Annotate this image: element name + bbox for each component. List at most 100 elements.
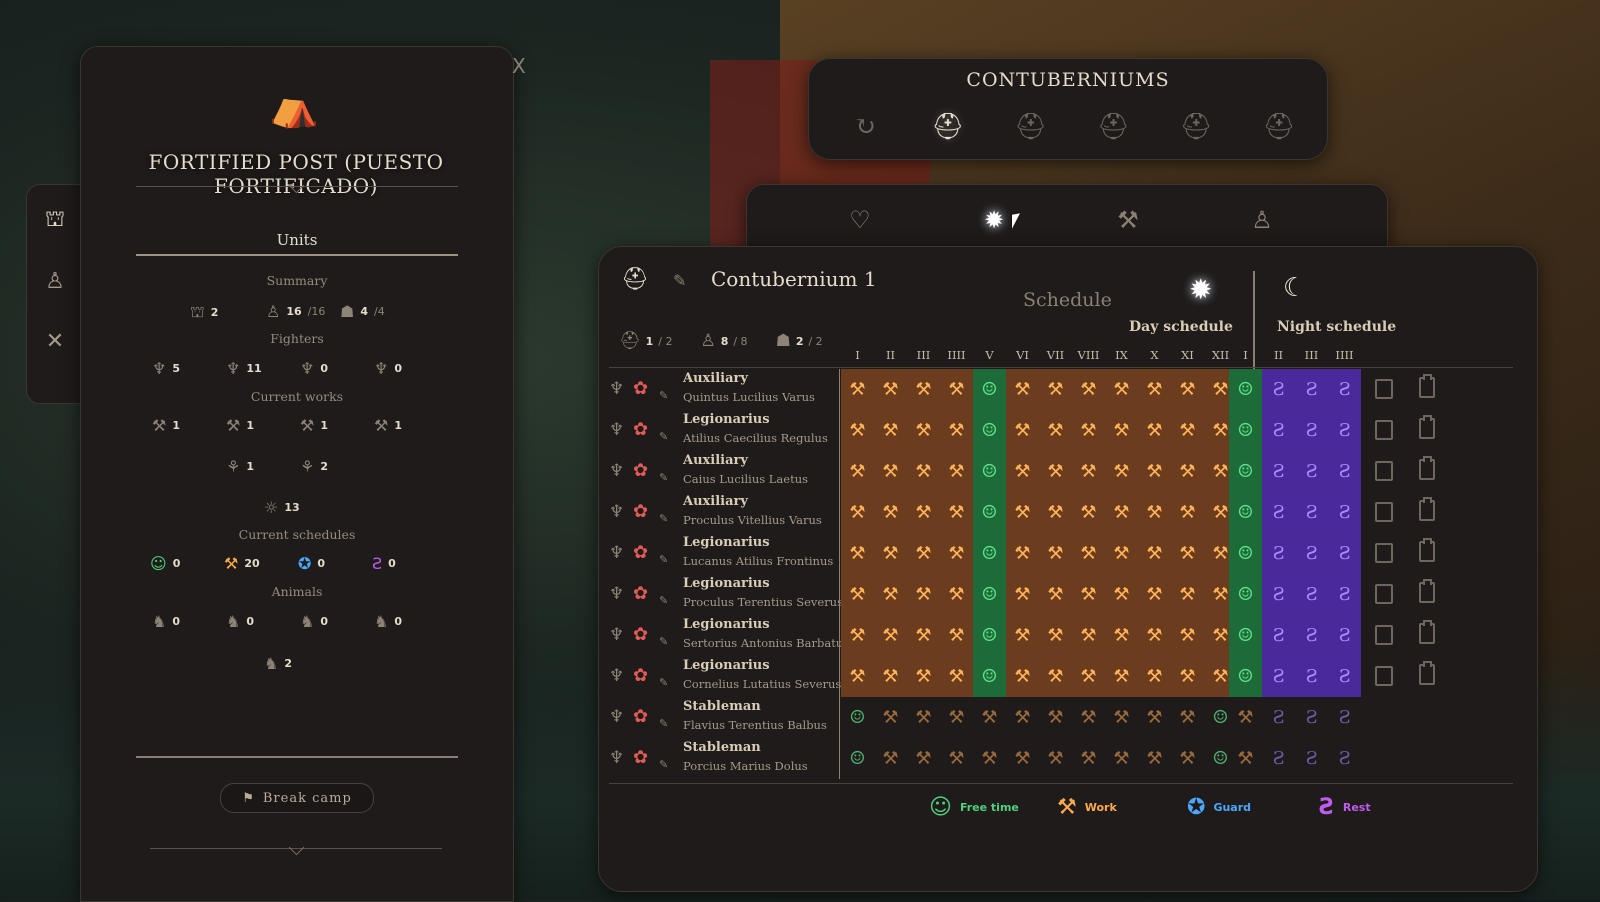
paste-schedule-icon[interactable] [1419, 538, 1435, 562]
contubernium-2-icon[interactable]: ⛑ [1013, 109, 1049, 145]
night-slot-rest-icon[interactable]: Ƨ [1328, 410, 1361, 451]
day-slot-work-icon[interactable]: ⚒ [1039, 574, 1072, 615]
day-slot-work-icon[interactable]: ⚒ [874, 697, 907, 738]
night-slot-rest-icon[interactable]: Ƨ [1328, 369, 1361, 410]
day-slot-work-icon[interactable]: ⚒ [1105, 451, 1138, 492]
day-slot-work-icon[interactable]: ⚒ [874, 574, 907, 615]
night-slot-work-icon[interactable]: ⚒ [1229, 697, 1262, 738]
day-slot-work-icon[interactable]: ⚒ [1039, 451, 1072, 492]
day-slot-work-icon[interactable]: ⚒ [973, 738, 1006, 779]
day-slot-work-icon[interactable]: ⚒ [1072, 738, 1105, 779]
copy-schedule-icon[interactable] [1375, 625, 1393, 645]
day-slot-work-icon[interactable]: ⚒ [1105, 574, 1138, 615]
night-slot-rest-icon[interactable]: Ƨ [1262, 574, 1295, 615]
contubernium-1-icon[interactable]: ⛑ [930, 109, 966, 145]
units-tab[interactable]: Units [136, 231, 458, 249]
day-slot-work-icon[interactable]: ⚒ [1171, 615, 1204, 656]
rename-pen-icon[interactable]: ✎ [659, 717, 668, 730]
night-slot-rest-icon[interactable]: Ƨ [1328, 574, 1361, 615]
night-slot-rest-icon[interactable]: Ƨ [1328, 492, 1361, 533]
break-camp-button[interactable]: ⚑ Break camp [220, 783, 374, 813]
day-slot-work-icon[interactable]: ⚒ [907, 738, 940, 779]
day-slot-work-icon[interactable]: ⚒ [841, 369, 874, 410]
night-slot-rest-icon[interactable]: Ƨ [1295, 738, 1328, 779]
rename-pen-icon[interactable]: ✎ [673, 271, 686, 290]
day-slot-work-icon[interactable]: ⚒ [1006, 533, 1039, 574]
day-slot-work-icon[interactable]: ⚒ [1006, 656, 1039, 697]
day-slot-work-icon[interactable]: ⚒ [1039, 410, 1072, 451]
day-slot-work-icon[interactable]: ⚒ [1072, 410, 1105, 451]
night-slot-rest-icon[interactable]: Ƨ [1295, 369, 1328, 410]
day-slot-work-icon[interactable]: ⚒ [1171, 574, 1204, 615]
day-slot-work-icon[interactable]: ⚒ [940, 451, 973, 492]
copy-schedule-icon[interactable] [1375, 502, 1393, 522]
day-slot-work-icon[interactable]: ⚒ [1171, 656, 1204, 697]
day-slot-work-icon[interactable]: ⚒ [874, 533, 907, 574]
day-slot-work-icon[interactable]: ⚒ [1105, 369, 1138, 410]
night-slot-rest-icon[interactable]: Ƨ [1328, 656, 1361, 697]
day-slot-work-icon[interactable]: ⚒ [1138, 533, 1171, 574]
rename-pen-icon[interactable]: ✎ [659, 471, 668, 484]
night-slot-free-time-icon[interactable]: ☺ [1229, 451, 1262, 492]
night-slot-free-time-icon[interactable]: ☺ [1229, 369, 1262, 410]
day-slot-work-icon[interactable]: ⚒ [841, 533, 874, 574]
paste-schedule-icon[interactable] [1419, 579, 1435, 603]
day-slot-work-icon[interactable]: ⚒ [1138, 410, 1171, 451]
rename-pen-icon[interactable]: ✎ [659, 553, 668, 566]
morale-tab-icon[interactable]: ♡ [843, 203, 877, 237]
day-slot-work-icon[interactable]: ⚒ [874, 451, 907, 492]
copy-schedule-icon[interactable] [1375, 379, 1393, 399]
day-slot-work-icon[interactable]: ⚒ [841, 410, 874, 451]
day-slot-work-icon[interactable]: ⚒ [841, 451, 874, 492]
night-slot-rest-icon[interactable]: Ƨ [1262, 369, 1295, 410]
night-slot-rest-icon[interactable]: Ƨ [1295, 697, 1328, 738]
day-slot-work-icon[interactable]: ⚒ [1006, 615, 1039, 656]
copy-schedule-icon[interactable] [1375, 543, 1393, 563]
night-slot-rest-icon[interactable]: Ƨ [1295, 533, 1328, 574]
day-slot-work-icon[interactable]: ⚒ [1072, 697, 1105, 738]
day-slot-free-time-icon[interactable]: ☺ [973, 615, 1006, 656]
day-slot-work-icon[interactable]: ⚒ [1006, 574, 1039, 615]
close-button[interactable]: X [512, 54, 526, 78]
day-slot-work-icon[interactable]: ⚒ [1171, 369, 1204, 410]
day-slot-work-icon[interactable]: ⚒ [874, 410, 907, 451]
day-slot-free-time-icon[interactable]: ☺ [973, 656, 1006, 697]
day-slot-work-icon[interactable]: ⚒ [907, 451, 940, 492]
rename-pen-icon[interactable]: ✎ [659, 594, 668, 607]
rename-pen-icon[interactable]: ✎ [659, 512, 668, 525]
night-slot-rest-icon[interactable]: Ƨ [1262, 697, 1295, 738]
day-slot-work-icon[interactable]: ⚒ [907, 574, 940, 615]
day-slot-work-icon[interactable]: ⚒ [940, 369, 973, 410]
day-slot-work-icon[interactable]: ⚒ [907, 492, 940, 533]
rename-pen-icon[interactable]: ✎ [659, 635, 668, 648]
day-slot-work-icon[interactable]: ⚒ [1006, 451, 1039, 492]
day-slot-work-icon[interactable]: ⚒ [973, 697, 1006, 738]
day-slot-work-icon[interactable]: ⚒ [1072, 451, 1105, 492]
day-slot-work-icon[interactable]: ⚒ [1105, 615, 1138, 656]
day-slot-work-icon[interactable]: ⚒ [907, 533, 940, 574]
night-slot-free-time-icon[interactable]: ☺ [1229, 492, 1262, 533]
day-slot-work-icon[interactable]: ⚒ [1072, 369, 1105, 410]
contubernium-5-icon[interactable]: ⛑ [1261, 109, 1297, 145]
day-slot-work-icon[interactable]: ⚒ [874, 615, 907, 656]
refresh-icon[interactable]: ↻ [847, 109, 883, 145]
contubernium-4-icon[interactable]: ⛑ [1178, 109, 1214, 145]
night-slot-rest-icon[interactable]: Ƨ [1262, 656, 1295, 697]
day-slot-work-icon[interactable]: ⚒ [841, 656, 874, 697]
day-slot-free-time-icon[interactable]: ☺ [973, 451, 1006, 492]
night-slot-free-time-icon[interactable]: ☺ [1229, 533, 1262, 574]
night-slot-rest-icon[interactable]: Ƨ [1262, 533, 1295, 574]
day-slot-work-icon[interactable]: ⚒ [1039, 492, 1072, 533]
day-slot-free-time-icon[interactable]: ☺ [841, 697, 874, 738]
day-slot-work-icon[interactable]: ⚒ [1006, 492, 1039, 533]
day-slot-work-icon[interactable]: ⚒ [1138, 697, 1171, 738]
night-slot-rest-icon[interactable]: Ƨ [1262, 410, 1295, 451]
day-slot-work-icon[interactable]: ⚒ [1072, 533, 1105, 574]
copy-schedule-icon[interactable] [1375, 461, 1393, 481]
day-slot-work-icon[interactable]: ⚒ [1039, 656, 1072, 697]
day-slot-work-icon[interactable]: ⚒ [1171, 738, 1204, 779]
paste-schedule-icon[interactable] [1419, 456, 1435, 480]
paste-schedule-icon[interactable] [1419, 374, 1435, 398]
day-slot-work-icon[interactable]: ⚒ [1138, 451, 1171, 492]
day-slot-work-icon[interactable]: ⚒ [1138, 574, 1171, 615]
